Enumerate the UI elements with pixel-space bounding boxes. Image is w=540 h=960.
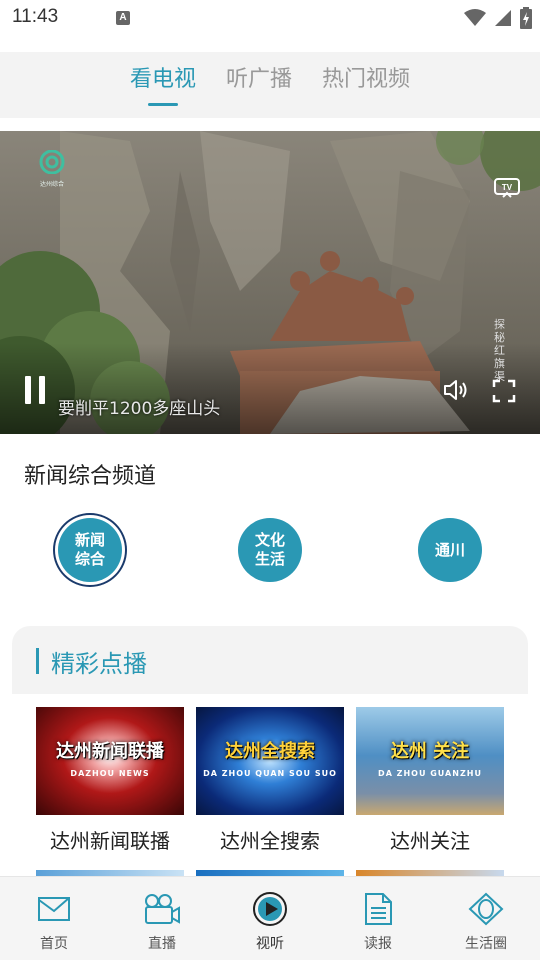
channel-logo-icon — [39, 149, 65, 175]
video-subtitle: 要削平1200多座山头 — [58, 399, 221, 419]
tv-icon: TV — [494, 178, 520, 198]
tab-radio[interactable]: 听广播 — [211, 52, 307, 118]
top-tabs: 看电视 听广播 热门视频 — [0, 52, 540, 118]
vod-thumbnail: 达州新闻联播 DAZHOU NEWS — [36, 707, 184, 815]
nav-live[interactable]: 直播 — [108, 877, 216, 960]
vod-item-label: 达州关注 — [390, 829, 470, 853]
nav-label: 直播 — [148, 936, 176, 952]
eye-diamond-icon — [468, 891, 504, 927]
mail-icon — [37, 891, 71, 927]
channel-logo: 达州综合 — [38, 149, 66, 188]
vod-item-label: 达州新闻联播 — [50, 829, 170, 853]
nav-label: 视听 — [256, 936, 284, 952]
nav-audio-video[interactable]: 视听 — [216, 877, 324, 960]
pause-bar-right — [39, 376, 45, 404]
document-icon — [363, 891, 393, 927]
video-player[interactable]: 达州综合 TV 探秘红旗渠 要削平1200多座山头 — [0, 131, 540, 434]
vod-thumbnail: 达州 关注 DA ZHOU GUANZHU — [356, 707, 504, 815]
channel-button-tongchuan[interactable]: 通川 — [418, 518, 482, 582]
volume-button[interactable] — [442, 377, 468, 407]
thumbnail-subtitle: DA ZHOU GUANZHU — [378, 769, 482, 778]
status-bar: 11:43 A — [0, 0, 540, 36]
channel-button-news[interactable]: 新闻综合 — [58, 518, 122, 582]
tv-badge-text: TV — [502, 183, 513, 192]
vod-title: 精彩点播 — [51, 649, 147, 678]
pause-bar-left — [25, 376, 31, 404]
bottom-nav: 首页 直播 视听 读报 生活圈 — [0, 876, 540, 960]
channel-logo-caption: 达州综合 — [39, 181, 64, 188]
wifi-icon — [464, 9, 486, 26]
channel-button-label: 通川 — [434, 540, 465, 559]
vod-item-search[interactable]: 达州全搜索 DA ZHOU QUAN SOU SUO 达州全搜索 — [196, 707, 344, 854]
play-circle-icon — [252, 891, 288, 927]
tab-watch-tv[interactable]: 看电视 — [115, 52, 211, 118]
thumbnail-title: 达州全搜索 — [225, 741, 315, 762]
tab-hot-videos[interactable]: 热门视频 — [307, 52, 425, 118]
thumbnail-subtitle: DA ZHOU QUAN SOU SUO — [203, 769, 337, 778]
thumbnail-title: 达州新闻联播 — [56, 741, 164, 762]
vod-thumbnail: 达州全搜索 DA ZHOU QUAN SOU SUO — [196, 707, 344, 815]
fullscreen-button[interactable] — [492, 379, 516, 407]
status-icons — [464, 6, 532, 30]
thumbnail-title: 达州 关注 — [390, 741, 470, 762]
channel-button-label: 新闻综合 — [74, 531, 105, 568]
vod-header-bar — [36, 648, 39, 674]
channel-title: 新闻综合频道 — [24, 464, 157, 489]
signal-icon — [495, 10, 511, 26]
status-time: 11:43 — [12, 6, 59, 27]
video-camera-icon — [143, 891, 181, 927]
nav-home[interactable]: 首页 — [0, 877, 108, 960]
fullscreen-icon — [492, 379, 516, 403]
thumbnail-subtitle: DAZHOU NEWS — [70, 769, 150, 778]
vod-item-label: 达州全搜索 — [220, 829, 320, 853]
nav-label: 生活圈 — [465, 936, 507, 952]
vod-header: 精彩点播 — [36, 646, 147, 678]
channel-button-label: 文化生活 — [254, 531, 285, 568]
nav-life-circle[interactable]: 生活圈 — [432, 877, 540, 960]
notification-icon: A — [116, 11, 130, 25]
battery-icon — [520, 7, 532, 29]
tv-badge: TV — [494, 176, 520, 202]
nav-newspaper[interactable]: 读报 — [324, 877, 432, 960]
vod-item-focus[interactable]: 达州 关注 DA ZHOU GUANZHU 达州关注 — [356, 707, 504, 854]
volume-icon — [444, 380, 467, 400]
pause-button[interactable] — [22, 374, 50, 406]
side-caption: 探秘红旗渠 — [494, 318, 505, 383]
vod-item-news-broadcast[interactable]: 达州新闻联播 DAZHOU NEWS 达州新闻联播 — [36, 707, 184, 854]
channel-button-culture[interactable]: 文化生活 — [238, 518, 302, 582]
nav-label: 读报 — [364, 936, 392, 952]
nav-label: 首页 — [40, 936, 68, 952]
